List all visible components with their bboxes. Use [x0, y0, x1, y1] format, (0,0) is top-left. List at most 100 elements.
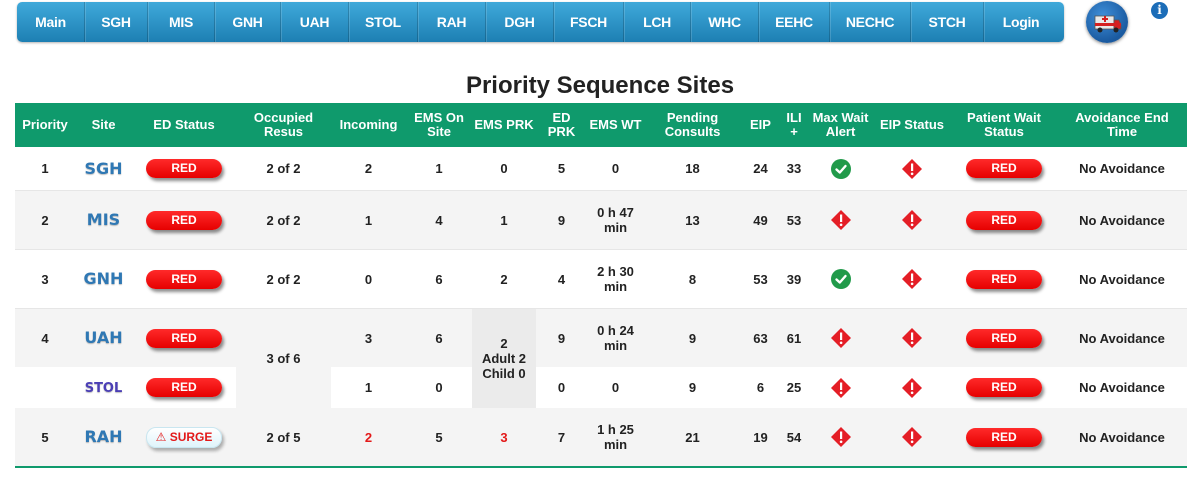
- ili-cell: 39: [780, 249, 808, 309]
- incoming-cell: 2: [331, 408, 406, 468]
- alert-diamond-icon: [830, 209, 852, 231]
- patient-wait-status-badge[interactable]: RED: [966, 427, 1042, 447]
- eip-cell: 6: [741, 367, 780, 408]
- ems-wt-text: 0 h 47 min: [597, 205, 634, 235]
- col-ems-prk: EMS PRK: [472, 103, 536, 147]
- nav-main[interactable]: Main: [17, 2, 85, 42]
- nav-stch[interactable]: STCH: [911, 2, 984, 42]
- nav-fsch[interactable]: FSCH: [554, 2, 624, 42]
- ed-status-badge[interactable]: RED: [146, 269, 222, 289]
- ed-prk-cell: 9: [536, 190, 587, 250]
- site-link-rah[interactable]: RAH: [84, 427, 122, 446]
- ems-wt-cell: 1 h 25 min: [587, 408, 644, 468]
- ems-prk-cell: 1: [472, 190, 536, 250]
- ems-on-site-cell: 6: [406, 249, 472, 309]
- priority-cell: 2: [15, 190, 75, 250]
- eip-cell: 53: [741, 249, 780, 309]
- nav-lch[interactable]: LCH: [624, 2, 691, 42]
- avoidance-cell: No Avoidance: [1057, 367, 1187, 408]
- patient-wait-status-badge[interactable]: RED: [966, 328, 1042, 348]
- ems-prk-adult: Adult 2: [481, 351, 527, 366]
- occupied-resus-cell: 2 of 2: [236, 249, 331, 309]
- site-link-uah[interactable]: UAH: [84, 328, 122, 347]
- nav-mis[interactable]: MIS: [148, 2, 215, 42]
- site-link-gnh[interactable]: GNH: [84, 269, 124, 288]
- col-avoidance-end-time: Avoidance End Time: [1057, 103, 1187, 147]
- nav-gnh[interactable]: GNH: [215, 2, 281, 42]
- ems-wt-text: 1 h 25 min: [597, 422, 634, 452]
- ems-wt-text: 0 h 24 min: [597, 323, 634, 353]
- patient-wait-status-badge[interactable]: RED: [966, 210, 1042, 230]
- alert-diamond-icon: [830, 327, 852, 349]
- info-icon[interactable]: i: [1151, 2, 1168, 19]
- ems-on-site-cell: 0: [406, 367, 472, 408]
- ed-status-surge-badge[interactable]: ⚠ SURGE: [146, 426, 222, 448]
- eip-cell: 24: [741, 147, 780, 191]
- ems-wt-cell: 0: [587, 367, 644, 408]
- top-nav: Main SGH MIS GNH UAH STOL RAH DGH FSCH L…: [17, 2, 1064, 42]
- occupied-resus-cell: 2 of 2: [236, 190, 331, 250]
- ems-wt-cell: 0 h 24 min: [587, 308, 644, 367]
- priority-cell: 4: [15, 308, 75, 367]
- ed-prk-cell: 5: [536, 147, 587, 191]
- ed-status-badge[interactable]: RED: [146, 378, 222, 397]
- ems-wt-cell: 2 h 30 min: [587, 249, 644, 309]
- col-ems-wt: EMS WT: [587, 103, 644, 147]
- col-max-wait-alert: Max Wait Alert: [808, 103, 873, 147]
- site-link-mis[interactable]: MIS: [87, 210, 120, 229]
- priority-cell: [15, 367, 75, 408]
- alert-diamond-icon: [901, 209, 923, 231]
- nav-uah[interactable]: UAH: [281, 2, 349, 42]
- nav-stol[interactable]: STOL: [349, 2, 418, 42]
- ili-cell: 25: [780, 367, 808, 408]
- ed-prk-cell: 7: [536, 408, 587, 468]
- check-circle-icon: [830, 269, 851, 289]
- nav-eehc[interactable]: EEHC: [759, 2, 830, 42]
- col-eip-status: EIP Status: [873, 103, 951, 147]
- ems-wt-cell: 0: [587, 147, 644, 191]
- ed-prk-cell: 4: [536, 249, 587, 309]
- pending-consults-cell: 9: [644, 308, 741, 367]
- ambulance-icon[interactable]: [1086, 1, 1128, 43]
- avoidance-cell: No Avoidance: [1057, 308, 1187, 367]
- incoming-cell: 0: [331, 249, 406, 309]
- eip-cell: 49: [741, 190, 780, 250]
- col-incoming: Incoming: [331, 103, 406, 147]
- col-eip: EIP: [741, 103, 780, 147]
- ed-status-badge[interactable]: RED: [146, 210, 222, 230]
- nav-nechc[interactable]: NECHC: [830, 2, 911, 42]
- ems-on-site-cell: 5: [406, 408, 472, 468]
- ili-cell: 54: [780, 408, 808, 468]
- alert-diamond-icon: [830, 377, 852, 399]
- ems-prk-total: 2: [500, 336, 508, 351]
- nav-whc[interactable]: WHC: [691, 2, 759, 42]
- ed-status-badge[interactable]: RED: [146, 159, 222, 178]
- ed-status-badge[interactable]: RED: [146, 328, 222, 348]
- alert-diamond-icon: [901, 426, 923, 448]
- site-link-stol[interactable]: STOL: [85, 381, 123, 396]
- nav-login[interactable]: Login: [984, 2, 1058, 42]
- col-ed-status: ED Status: [132, 103, 236, 147]
- patient-wait-status-badge[interactable]: RED: [966, 159, 1042, 178]
- avoidance-cell: No Avoidance: [1057, 249, 1187, 309]
- site-link-sgh[interactable]: SGH: [84, 159, 122, 178]
- table-row: 1 SGH RED 2 of 2 2 1 0 5 0 18 24 33 RED …: [15, 147, 1187, 191]
- patient-wait-status-badge[interactable]: RED: [966, 378, 1042, 397]
- ems-wt-text: 2 h 30 min: [597, 264, 634, 294]
- incoming-cell: 1: [331, 190, 406, 250]
- nav-dgh[interactable]: DGH: [486, 2, 554, 42]
- ems-prk-cell: 0: [472, 147, 536, 191]
- avoidance-cell: No Avoidance: [1057, 190, 1187, 250]
- col-pending-consults: Pending Consults: [644, 103, 741, 147]
- ili-cell: 33: [780, 147, 808, 191]
- alert-diamond-icon: [830, 426, 852, 448]
- col-site: Site: [75, 103, 132, 147]
- priority-cell: 5: [15, 408, 75, 468]
- nav-sgh[interactable]: SGH: [85, 2, 148, 42]
- table-row: STOL RED 1 0 0 0 9 6 25 RED No Avoidance: [15, 367, 1187, 408]
- ems-prk-child: Child 0: [482, 366, 526, 381]
- patient-wait-status-badge[interactable]: RED: [966, 269, 1042, 289]
- alert-diamond-icon: [901, 268, 923, 290]
- nav-rah[interactable]: RAH: [418, 2, 486, 42]
- page-title: Priority Sequence Sites: [465, 72, 735, 99]
